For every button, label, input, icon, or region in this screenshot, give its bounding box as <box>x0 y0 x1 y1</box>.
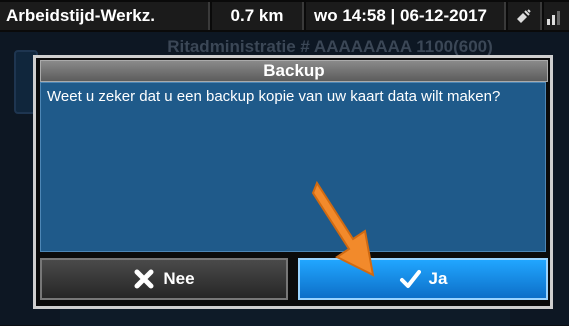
signal-icon <box>544 2 569 30</box>
annotation-arrow-icon <box>311 180 375 277</box>
status-distance: 0.7 km <box>212 2 304 30</box>
dialog-message: Weet u zeker dat u een backup kopie van … <box>40 82 546 252</box>
backup-dialog: Backup Weet u zeker dat u een backup kop… <box>33 55 553 309</box>
satellite-icon <box>508 2 542 30</box>
status-title: Arbeidstijd-Werkz. <box>0 2 210 30</box>
status-datetime: wo 14:58 | 06-12-2017 <box>306 2 506 30</box>
yes-button-label: Ja <box>428 269 448 288</box>
checkmark-icon <box>399 268 421 290</box>
no-button-label: Nee <box>163 269 195 288</box>
dialog-title: Backup <box>40 60 548 82</box>
no-button[interactable]: Nee <box>40 258 288 300</box>
status-bar: Arbeidstijd-Werkz. 0.7 km wo 14:58 | 06-… <box>0 0 569 32</box>
close-icon <box>133 268 155 290</box>
